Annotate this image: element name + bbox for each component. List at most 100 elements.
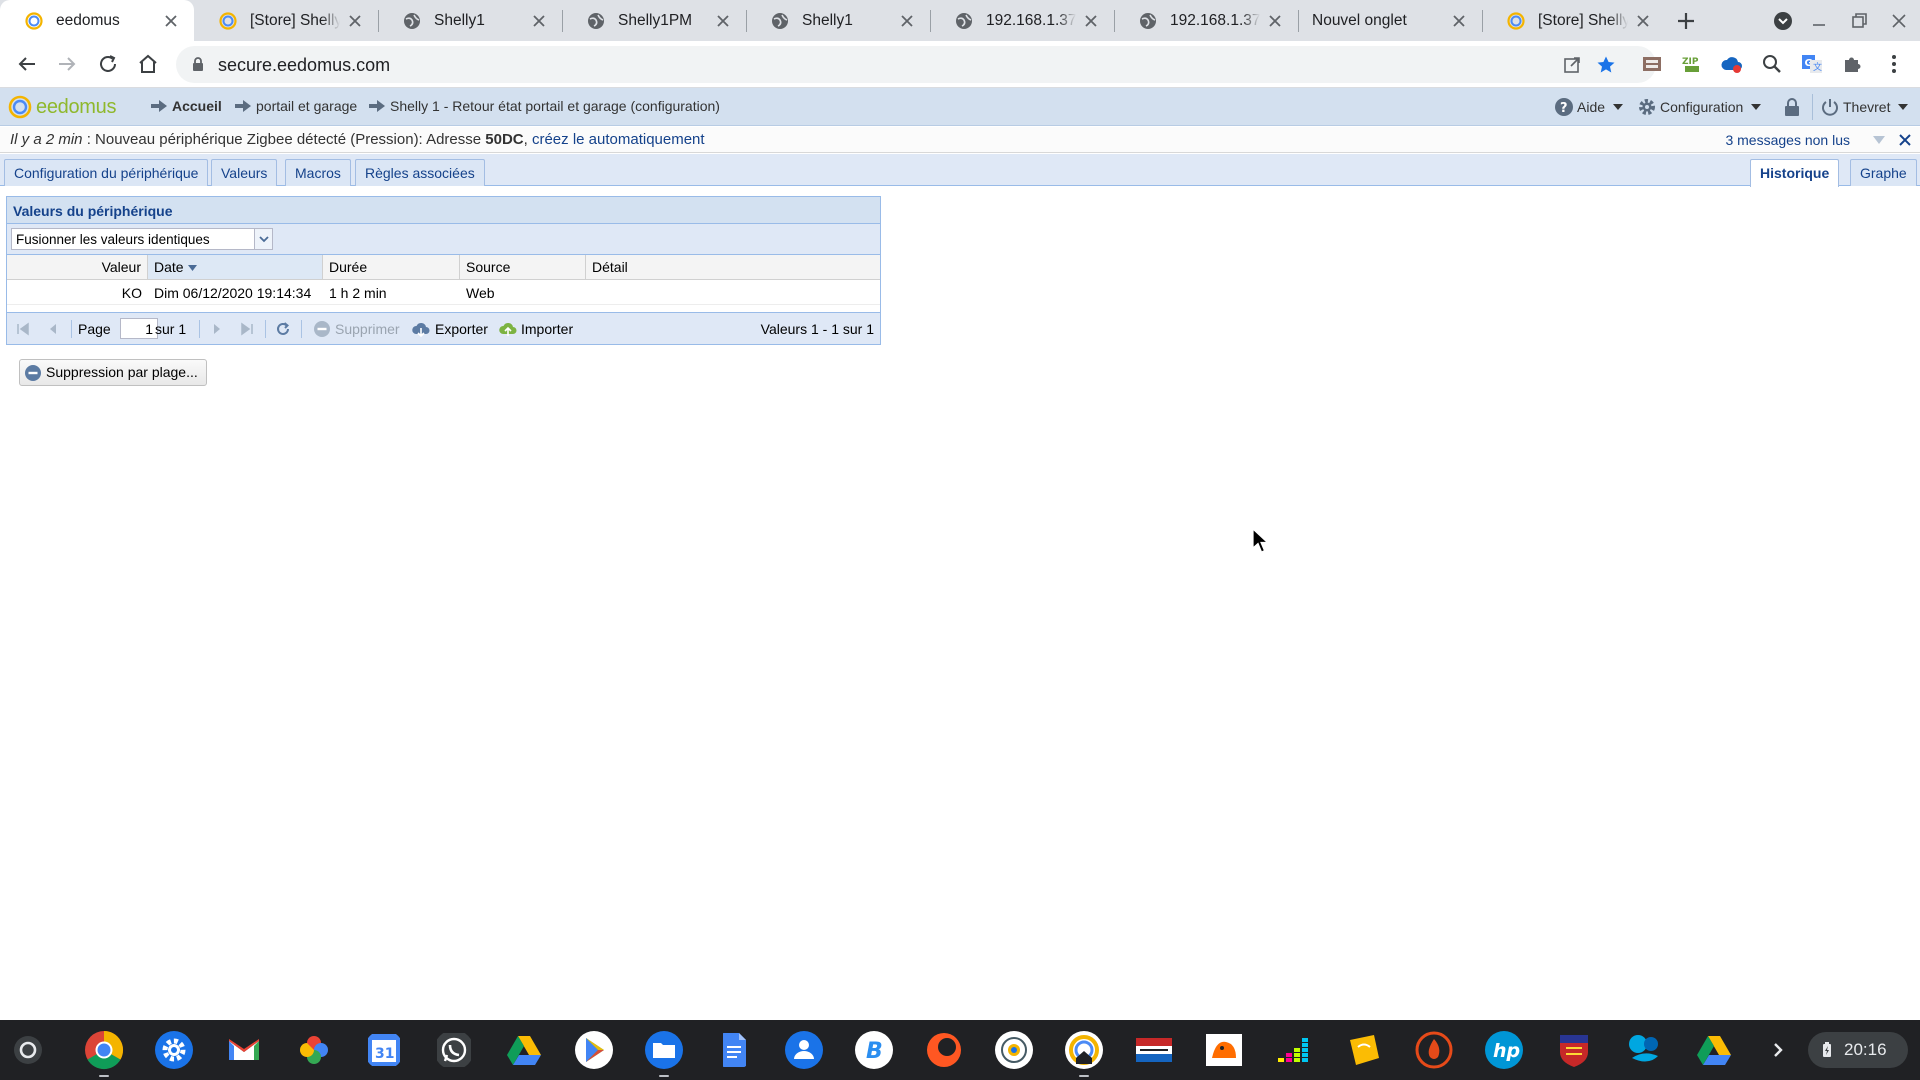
- deezer-app-icon[interactable]: [1274, 1030, 1314, 1070]
- kebab-menu-icon[interactable]: [1882, 52, 1906, 76]
- column-header-source[interactable]: Source: [460, 255, 586, 279]
- close-tab-icon[interactable]: [530, 12, 548, 30]
- shield-app-icon[interactable]: [1554, 1030, 1594, 1070]
- close-icon[interactable]: [1898, 133, 1912, 147]
- browser-tab-shelly1[interactable]: Shelly1: [378, 0, 562, 41]
- address-bar[interactable]: secure.eedomus.com: [176, 46, 1656, 83]
- minimize-icon[interactable]: [1808, 10, 1830, 32]
- first-page-icon[interactable]: [15, 321, 31, 337]
- drive-2-app-icon[interactable]: [1694, 1030, 1734, 1070]
- browser-tab-ip-2[interactable]: 192.168.1.37/s: [1114, 0, 1298, 41]
- back-arrow-icon[interactable]: [15, 52, 39, 76]
- close-tab-icon[interactable]: [1082, 12, 1100, 30]
- browser-tab-new-tab[interactable]: Nouvel onglet: [1298, 0, 1482, 41]
- range-delete-button[interactable]: Suppression par plage...: [19, 359, 207, 386]
- browser-tab-shelly1-b[interactable]: Shelly1: [746, 0, 930, 41]
- table-row[interactable]: KO Dim 06/12/2020 19:14:34 1 h 2 min Web: [7, 280, 880, 305]
- column-header-date[interactable]: Date: [148, 255, 323, 279]
- configuration-menu[interactable]: Configuration: [1637, 97, 1762, 117]
- browser-tab-store-shelly[interactable]: [Store] Shelly · S: [194, 0, 378, 41]
- tab-device-config[interactable]: Configuration du périphérique: [4, 159, 209, 186]
- chevron-right-icon[interactable]: [1768, 1040, 1788, 1060]
- contacts-app-icon[interactable]: [784, 1030, 824, 1070]
- flag-app-icon[interactable]: [1134, 1030, 1174, 1070]
- gmail-app-icon[interactable]: [224, 1030, 264, 1070]
- last-page-icon[interactable]: [239, 321, 255, 337]
- drive-app-icon[interactable]: [504, 1030, 544, 1070]
- bookmark-star-icon[interactable]: [1596, 55, 1616, 75]
- keep-app-icon[interactable]: [1344, 1030, 1384, 1070]
- unread-messages-link[interactable]: 3 messages non lus: [1725, 132, 1850, 148]
- status-tray[interactable]: 20:16: [1808, 1032, 1908, 1068]
- files-app-icon[interactable]: [644, 1030, 684, 1070]
- close-tab-icon[interactable]: [346, 12, 364, 30]
- export-button[interactable]: Exporter: [435, 321, 488, 337]
- tab-history[interactable]: Historique: [1750, 159, 1840, 187]
- photos-app-icon[interactable]: [294, 1030, 334, 1070]
- page-number-input[interactable]: [120, 318, 158, 339]
- user-menu[interactable]: Thevret: [1820, 97, 1909, 117]
- browser-tab-eedomus[interactable]: eedomus: [0, 0, 194, 41]
- close-tab-icon[interactable]: [1266, 12, 1284, 30]
- orange-app-icon[interactable]: [924, 1030, 964, 1070]
- new-tab-plus-icon[interactable]: [1673, 8, 1699, 34]
- eedomus-app-icon[interactable]: [1064, 1030, 1104, 1070]
- bitwarden-app-icon[interactable]: B: [854, 1030, 894, 1070]
- launcher-icon[interactable]: [12, 1034, 44, 1066]
- close-tab-icon[interactable]: [898, 12, 916, 30]
- browser-tab-ip-1[interactable]: 192.168.1.37/s: [930, 0, 1114, 41]
- tab-values[interactable]: Valeurs: [211, 159, 278, 186]
- reload-icon[interactable]: [96, 52, 120, 76]
- fire-app-icon[interactable]: [1414, 1030, 1454, 1070]
- prev-page-icon[interactable]: [45, 321, 61, 337]
- tab-macros[interactable]: Macros: [285, 159, 351, 186]
- browser-tab-store-shelly-2[interactable]: [Store] Shelly · S: [1482, 0, 1666, 41]
- calendar-app-icon[interactable]: 31: [364, 1030, 404, 1070]
- bouygues-app-icon[interactable]: [1624, 1030, 1664, 1070]
- restore-icon[interactable]: [1848, 10, 1870, 32]
- forward-arrow-icon[interactable]: [55, 52, 79, 76]
- dropdown-trigger[interactable]: [254, 229, 272, 249]
- eedomus-logo[interactable]: eedomus: [8, 95, 116, 119]
- open-in-app-icon[interactable]: [1562, 55, 1582, 75]
- merge-filter-select[interactable]: Fusionner les valeurs identiques: [11, 228, 273, 250]
- refresh-icon[interactable]: [275, 321, 291, 337]
- lock-icon[interactable]: [190, 56, 206, 72]
- extension-toolbar-icon[interactable]: [1640, 52, 1664, 76]
- docs-app-icon[interactable]: [714, 1030, 754, 1070]
- tab-associated-rules[interactable]: Règles associées: [355, 159, 485, 186]
- home-icon[interactable]: [136, 52, 160, 76]
- help-menu[interactable]: ? Aide: [1554, 97, 1624, 117]
- column-header-duration[interactable]: Durée: [323, 255, 460, 279]
- column-header-value[interactable]: Valeur: [7, 255, 148, 279]
- hp-app-icon[interactable]: hp: [1484, 1030, 1524, 1070]
- cloud-extension-icon[interactable]: [1720, 52, 1744, 76]
- next-page-icon[interactable]: [209, 321, 225, 337]
- delete-button[interactable]: Supprimer: [335, 321, 400, 337]
- breadcrumb-shelly-config[interactable]: Shelly 1 - Retour état portail et garage…: [368, 98, 720, 114]
- play-store-app-icon[interactable]: [574, 1030, 614, 1070]
- tab-search-icon[interactable]: [1772, 10, 1794, 32]
- tab-graph[interactable]: Graphe: [1850, 159, 1917, 186]
- settings-app-icon[interactable]: [154, 1030, 194, 1070]
- search-extension-icon[interactable]: [1760, 52, 1784, 76]
- close-window-icon[interactable]: [1888, 10, 1910, 32]
- column-header-detail[interactable]: Détail: [586, 255, 880, 279]
- close-tab-icon[interactable]: [1450, 12, 1468, 30]
- lion-app-icon[interactable]: [1204, 1030, 1244, 1070]
- zip-extension-icon[interactable]: ZIP: [1680, 52, 1704, 76]
- whatsapp-app-icon[interactable]: [434, 1030, 474, 1070]
- eedomus-alt-app-icon[interactable]: [994, 1030, 1034, 1070]
- translate-extension-icon[interactable]: G文: [1800, 52, 1824, 76]
- breadcrumb-portail-garage[interactable]: portail et garage: [234, 98, 357, 114]
- browser-tab-shelly1pm[interactable]: Shelly1PM: [562, 0, 746, 41]
- create-device-link[interactable]: créez le automatiquement: [532, 131, 705, 148]
- chevron-down-icon[interactable]: [1873, 136, 1885, 144]
- puzzle-extensions-icon[interactable]: [1840, 52, 1864, 76]
- chrome-app-icon[interactable]: [84, 1030, 124, 1070]
- close-tab-icon[interactable]: [714, 12, 732, 30]
- close-tab-icon[interactable]: [1634, 12, 1652, 30]
- breadcrumb-accueil[interactable]: Accueil: [150, 98, 222, 114]
- lock-icon[interactable]: [1783, 97, 1801, 117]
- close-tab-icon[interactable]: [162, 12, 180, 30]
